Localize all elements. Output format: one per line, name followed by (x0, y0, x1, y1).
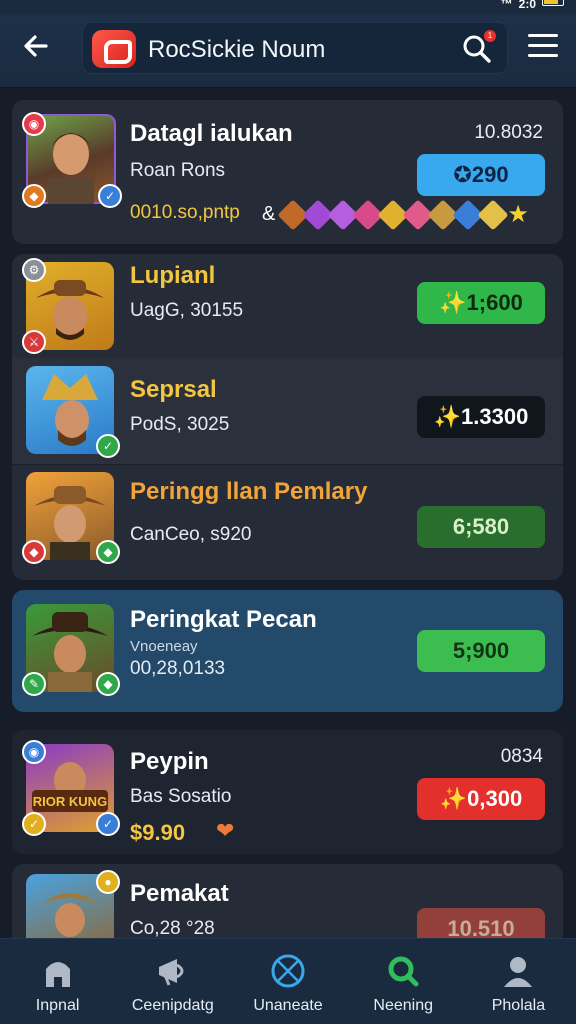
profile-icon (504, 957, 533, 987)
search-title: RocSickie Noum (148, 36, 326, 63)
heart-icon: ❤ (216, 818, 235, 843)
verified-badge-icon: ◆ (96, 540, 120, 564)
list-item[interactable]: ✓ Seprsal PodS, 3025 ✨1.3300 (12, 358, 563, 464)
hamburger-line (528, 54, 558, 57)
class-badge-icon: ◆ (22, 184, 46, 208)
item-extra: 0010.so,pntp (130, 202, 240, 223)
list-group: ⚙ ⚔ Lupianl UagG, 30155 ✨1;600 ✓ Seprsal (12, 254, 563, 580)
status-bar: ™ 2:0 (0, 0, 576, 14)
reward-gems: & ★ (262, 198, 529, 231)
item-meta: 0834 (500, 746, 543, 767)
back-button[interactable] (16, 30, 56, 70)
price-button[interactable]: ✨0,300 (417, 778, 545, 820)
battery-icon (542, 0, 564, 6)
price-button[interactable]: ✨1.3300 (417, 396, 545, 438)
bottom-navigation: Inpnal Ceenipdatg Unaneate Neening Phola… (0, 938, 576, 1024)
hamburger-line (528, 34, 558, 37)
app-logo-icon (92, 30, 136, 68)
item-title: Lupianl (130, 262, 216, 289)
settings-badge-icon: ⚙ (22, 258, 46, 282)
class-badge-icon: ⚔ (22, 330, 46, 354)
back-arrow-icon (24, 35, 48, 57)
item-title: Pemakat (130, 880, 229, 907)
list-item[interactable]: ✎ ◆ Peringkat Pecan Vnoeneay 00,28,0133 … (12, 590, 563, 712)
list-item[interactable]: ◉ ◆ ✓ Datagl ialukan 10.8032 Roan Rons ✪… (12, 100, 563, 244)
avatar: ◉ ◆ ✓ (22, 112, 122, 208)
nav-label: Neening (373, 997, 434, 1014)
svg-text:RIOR KUNG: RIOR KUNG (33, 794, 107, 809)
rank-badge-icon: ◉ (22, 740, 46, 764)
class-badge-icon: ✓ (22, 812, 46, 836)
avatar: ✓ (26, 366, 120, 458)
item-subtitle: Co,28 °28 (130, 918, 215, 939)
ampersand-icon: & (262, 203, 276, 225)
nav-label: Unaneate (253, 997, 323, 1014)
avatar: ⚙ ⚔ (22, 258, 114, 354)
gem-icon (477, 198, 509, 231)
item-title: Datagl ialukan (130, 120, 293, 147)
nav-item-updates[interactable]: Ceenipdatg (115, 939, 230, 1024)
item-title: Peringg llan Pemlary (130, 478, 368, 505)
list-item[interactable]: RIOR KUNG ◉ ✓ ✓ Peypin 0834 Bas Sosatio … (12, 730, 563, 854)
verified-badge-icon: ✓ (98, 184, 122, 208)
search-icon (388, 956, 419, 987)
rank-badge-icon: ◉ (22, 112, 46, 136)
item-subtitle: PodS, 3025 (130, 414, 230, 435)
nav-label: Pholala (491, 997, 546, 1014)
status-time: 2:0 (518, 0, 536, 11)
list-item[interactable]: ◆ ◆ Peringg llan Pemlary CanCeo, s920 6;… (12, 468, 563, 574)
avatar: RIOR KUNG ◉ ✓ ✓ (22, 740, 120, 836)
item-title: Seprsal (130, 376, 217, 403)
item-subtitle: Bas Sosatio (130, 786, 232, 807)
rank-badge-icon: ● (96, 870, 120, 894)
class-badge-icon: ◆ (22, 540, 46, 564)
search-button[interactable]: 1 (460, 30, 496, 66)
search-bar[interactable]: RocSickie Noum 1 (82, 22, 508, 74)
price-button[interactable]: ✪290 (417, 154, 545, 196)
price-button[interactable]: ✨1;600 (417, 282, 545, 324)
item-subtitle: CanCeo, s920 (130, 524, 252, 545)
class-badge-icon: ✎ (22, 672, 46, 696)
app-header: ™ 2:0 RocSickie Noum 1 (0, 0, 576, 88)
hamburger-line (528, 44, 558, 47)
divider (12, 464, 563, 465)
home-icon (45, 962, 70, 987)
item-caption: Vnoeneay (130, 638, 198, 655)
item-subtitle: 00,28,0133 (130, 658, 226, 679)
list-item[interactable]: ⚙ ⚔ Lupianl UagG, 30155 ✨1;600 (12, 254, 563, 360)
compass-icon (271, 954, 305, 988)
item-price: $9.90 (130, 820, 186, 845)
verified-badge-icon: ✓ (96, 434, 120, 458)
nav-item-profile[interactable]: Pholala (461, 939, 576, 1024)
item-title: Peringkat Pecan (130, 606, 317, 633)
item-title: Peypin (130, 748, 209, 775)
item-subtitle: Roan Rons (130, 160, 226, 181)
item-subtitle: UagG, 30155 (130, 300, 244, 321)
nav-item-explore[interactable]: Unaneate (230, 939, 345, 1024)
signal-icon: ™ (500, 0, 513, 11)
star-icon: ★ (507, 201, 529, 228)
nav-label: Inpnal (35, 997, 80, 1014)
menu-button[interactable] (528, 34, 558, 62)
nav-item-search[interactable]: Neening (346, 939, 461, 1024)
avatar: ◆ ◆ (22, 472, 120, 564)
verified-badge-icon: ◆ (96, 672, 120, 696)
notification-badge: 1 (484, 30, 496, 42)
price-button[interactable]: 6;580 (417, 506, 545, 548)
avatar: ✎ ◆ (22, 604, 120, 696)
item-meta: 10.8032 (474, 122, 543, 143)
price-button[interactable]: 5;900 (417, 630, 545, 672)
nav-item-home[interactable]: Inpnal (0, 939, 115, 1024)
verified-badge-icon: ✓ (96, 812, 120, 836)
nav-label: Ceenipdatg (131, 997, 214, 1014)
megaphone-icon (158, 959, 184, 986)
